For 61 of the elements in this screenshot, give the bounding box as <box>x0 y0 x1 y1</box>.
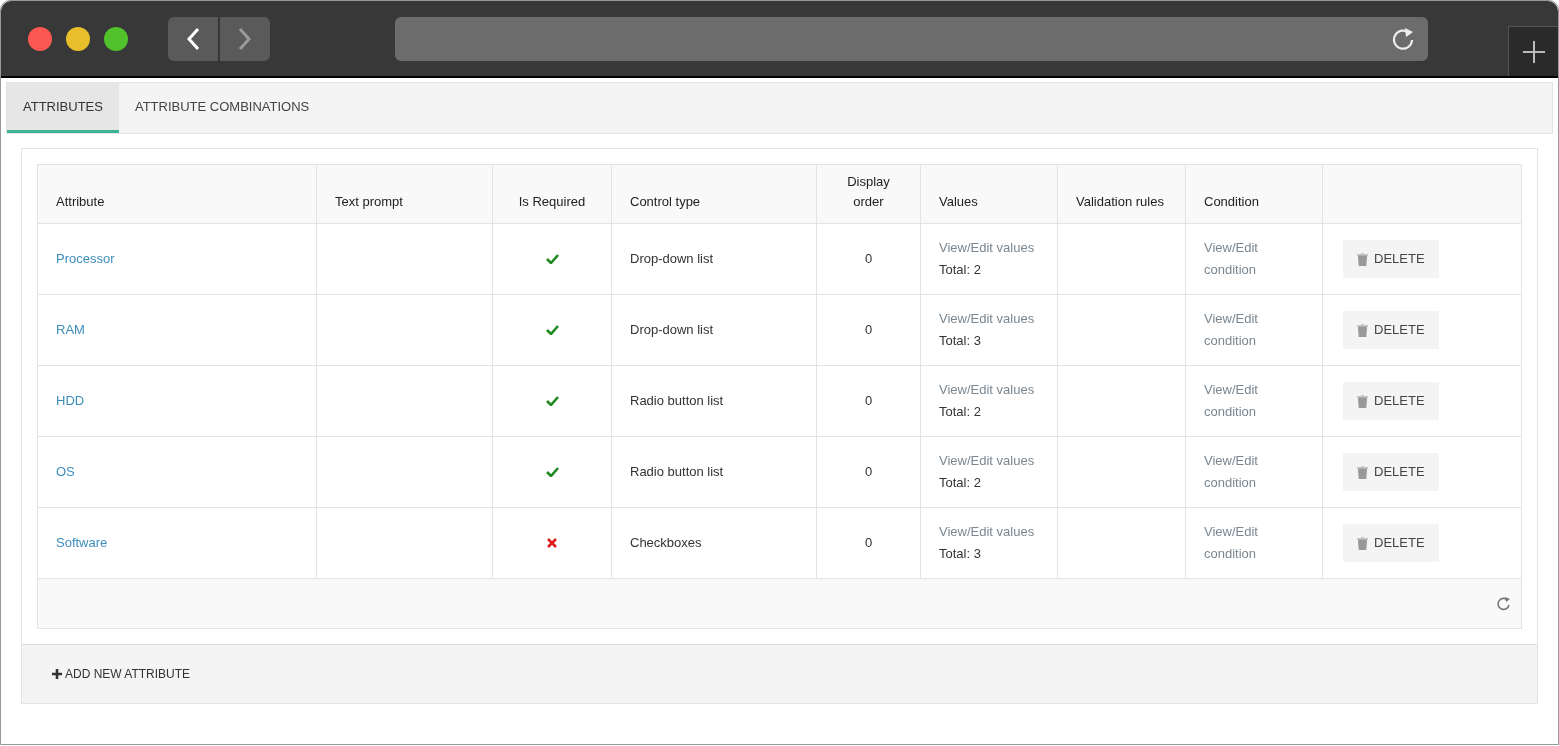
column-header: Text prompt <box>335 192 403 211</box>
maximize-window-icon[interactable] <box>104 26 128 51</box>
attribute-link[interactable]: RAM <box>56 320 85 340</box>
close-window-icon[interactable] <box>28 26 52 51</box>
values-total: Total: 3 <box>939 332 981 350</box>
column-header: Values <box>939 192 978 211</box>
attribute-link[interactable]: Software <box>56 533 108 553</box>
table-cell-text: 0 <box>864 534 873 553</box>
condition-link[interactable]: View/Edit condition <box>1204 521 1268 565</box>
table-cell-text: 0 <box>864 392 873 411</box>
table-cell-text: Drop-down list <box>630 250 714 269</box>
attribute-link[interactable]: Processor <box>56 249 115 269</box>
delete-button[interactable]: DELETE <box>1343 240 1439 278</box>
values-total: Total: 2 <box>939 261 981 279</box>
table-cell-text: Radio button list <box>630 392 724 411</box>
attribute-link[interactable]: HDD <box>56 391 85 411</box>
values-link[interactable]: View/Edit values <box>939 521 1035 543</box>
table-cell-text: Radio button list <box>630 463 724 482</box>
table-cell-text: 0 <box>864 463 873 482</box>
forward-button[interactable] <box>220 16 270 61</box>
plus-icon <box>52 669 62 679</box>
minimize-window-icon[interactable] <box>66 26 90 51</box>
add-attribute-button[interactable]: ADD NEW ATTRIBUTE <box>52 665 191 683</box>
delete-button[interactable]: DELETE <box>1343 311 1439 349</box>
plus-icon <box>1521 39 1546 64</box>
values-link[interactable]: View/Edit values <box>939 379 1035 401</box>
table-cell-text: Checkboxes <box>630 534 702 553</box>
tab[interactable]: ATTRIBUTES <box>7 83 119 133</box>
attribute-link[interactable]: OS <box>56 462 75 482</box>
condition-link[interactable]: View/Edit condition <box>1204 237 1268 281</box>
values-link[interactable]: View/Edit values <box>939 308 1035 330</box>
table-cell-text: 0 <box>864 321 873 340</box>
values-total: Total: 3 <box>939 545 981 563</box>
values-link[interactable]: View/Edit values <box>939 237 1035 259</box>
column-header: Display order <box>846 173 891 211</box>
delete-button[interactable]: DELETE <box>1343 453 1439 491</box>
column-header: Control type <box>630 192 701 211</box>
column-header: Attribute <box>56 192 105 211</box>
column-header: Condition <box>1204 192 1259 211</box>
delete-button[interactable]: DELETE <box>1343 382 1439 420</box>
tab[interactable]: ATTRIBUTE COMBINATIONS <box>118 83 326 133</box>
trash-icon <box>1357 252 1368 266</box>
column-header: Is Required <box>518 192 586 211</box>
table-cell-text: Drop-down list <box>630 321 714 340</box>
trash-icon <box>1357 323 1368 337</box>
condition-link[interactable]: View/Edit condition <box>1204 450 1268 494</box>
values-total: Total: 2 <box>939 403 981 421</box>
condition-link[interactable]: View/Edit condition <box>1204 379 1268 423</box>
values-total: Total: 2 <box>939 474 981 492</box>
new-tab-button[interactable] <box>1508 26 1558 76</box>
values-link[interactable]: View/Edit values <box>939 450 1035 472</box>
column-header: Validation rules <box>1076 192 1164 211</box>
address-bar[interactable] <box>395 16 1428 61</box>
trash-icon <box>1357 536 1368 550</box>
table-cell-text: 0 <box>864 250 873 269</box>
condition-link[interactable]: View/Edit condition <box>1204 308 1268 352</box>
back-button[interactable] <box>168 16 218 61</box>
trash-icon <box>1357 465 1368 479</box>
refresh-icon[interactable] <box>1497 596 1511 611</box>
trash-icon <box>1357 394 1368 408</box>
delete-button[interactable]: DELETE <box>1343 524 1439 562</box>
